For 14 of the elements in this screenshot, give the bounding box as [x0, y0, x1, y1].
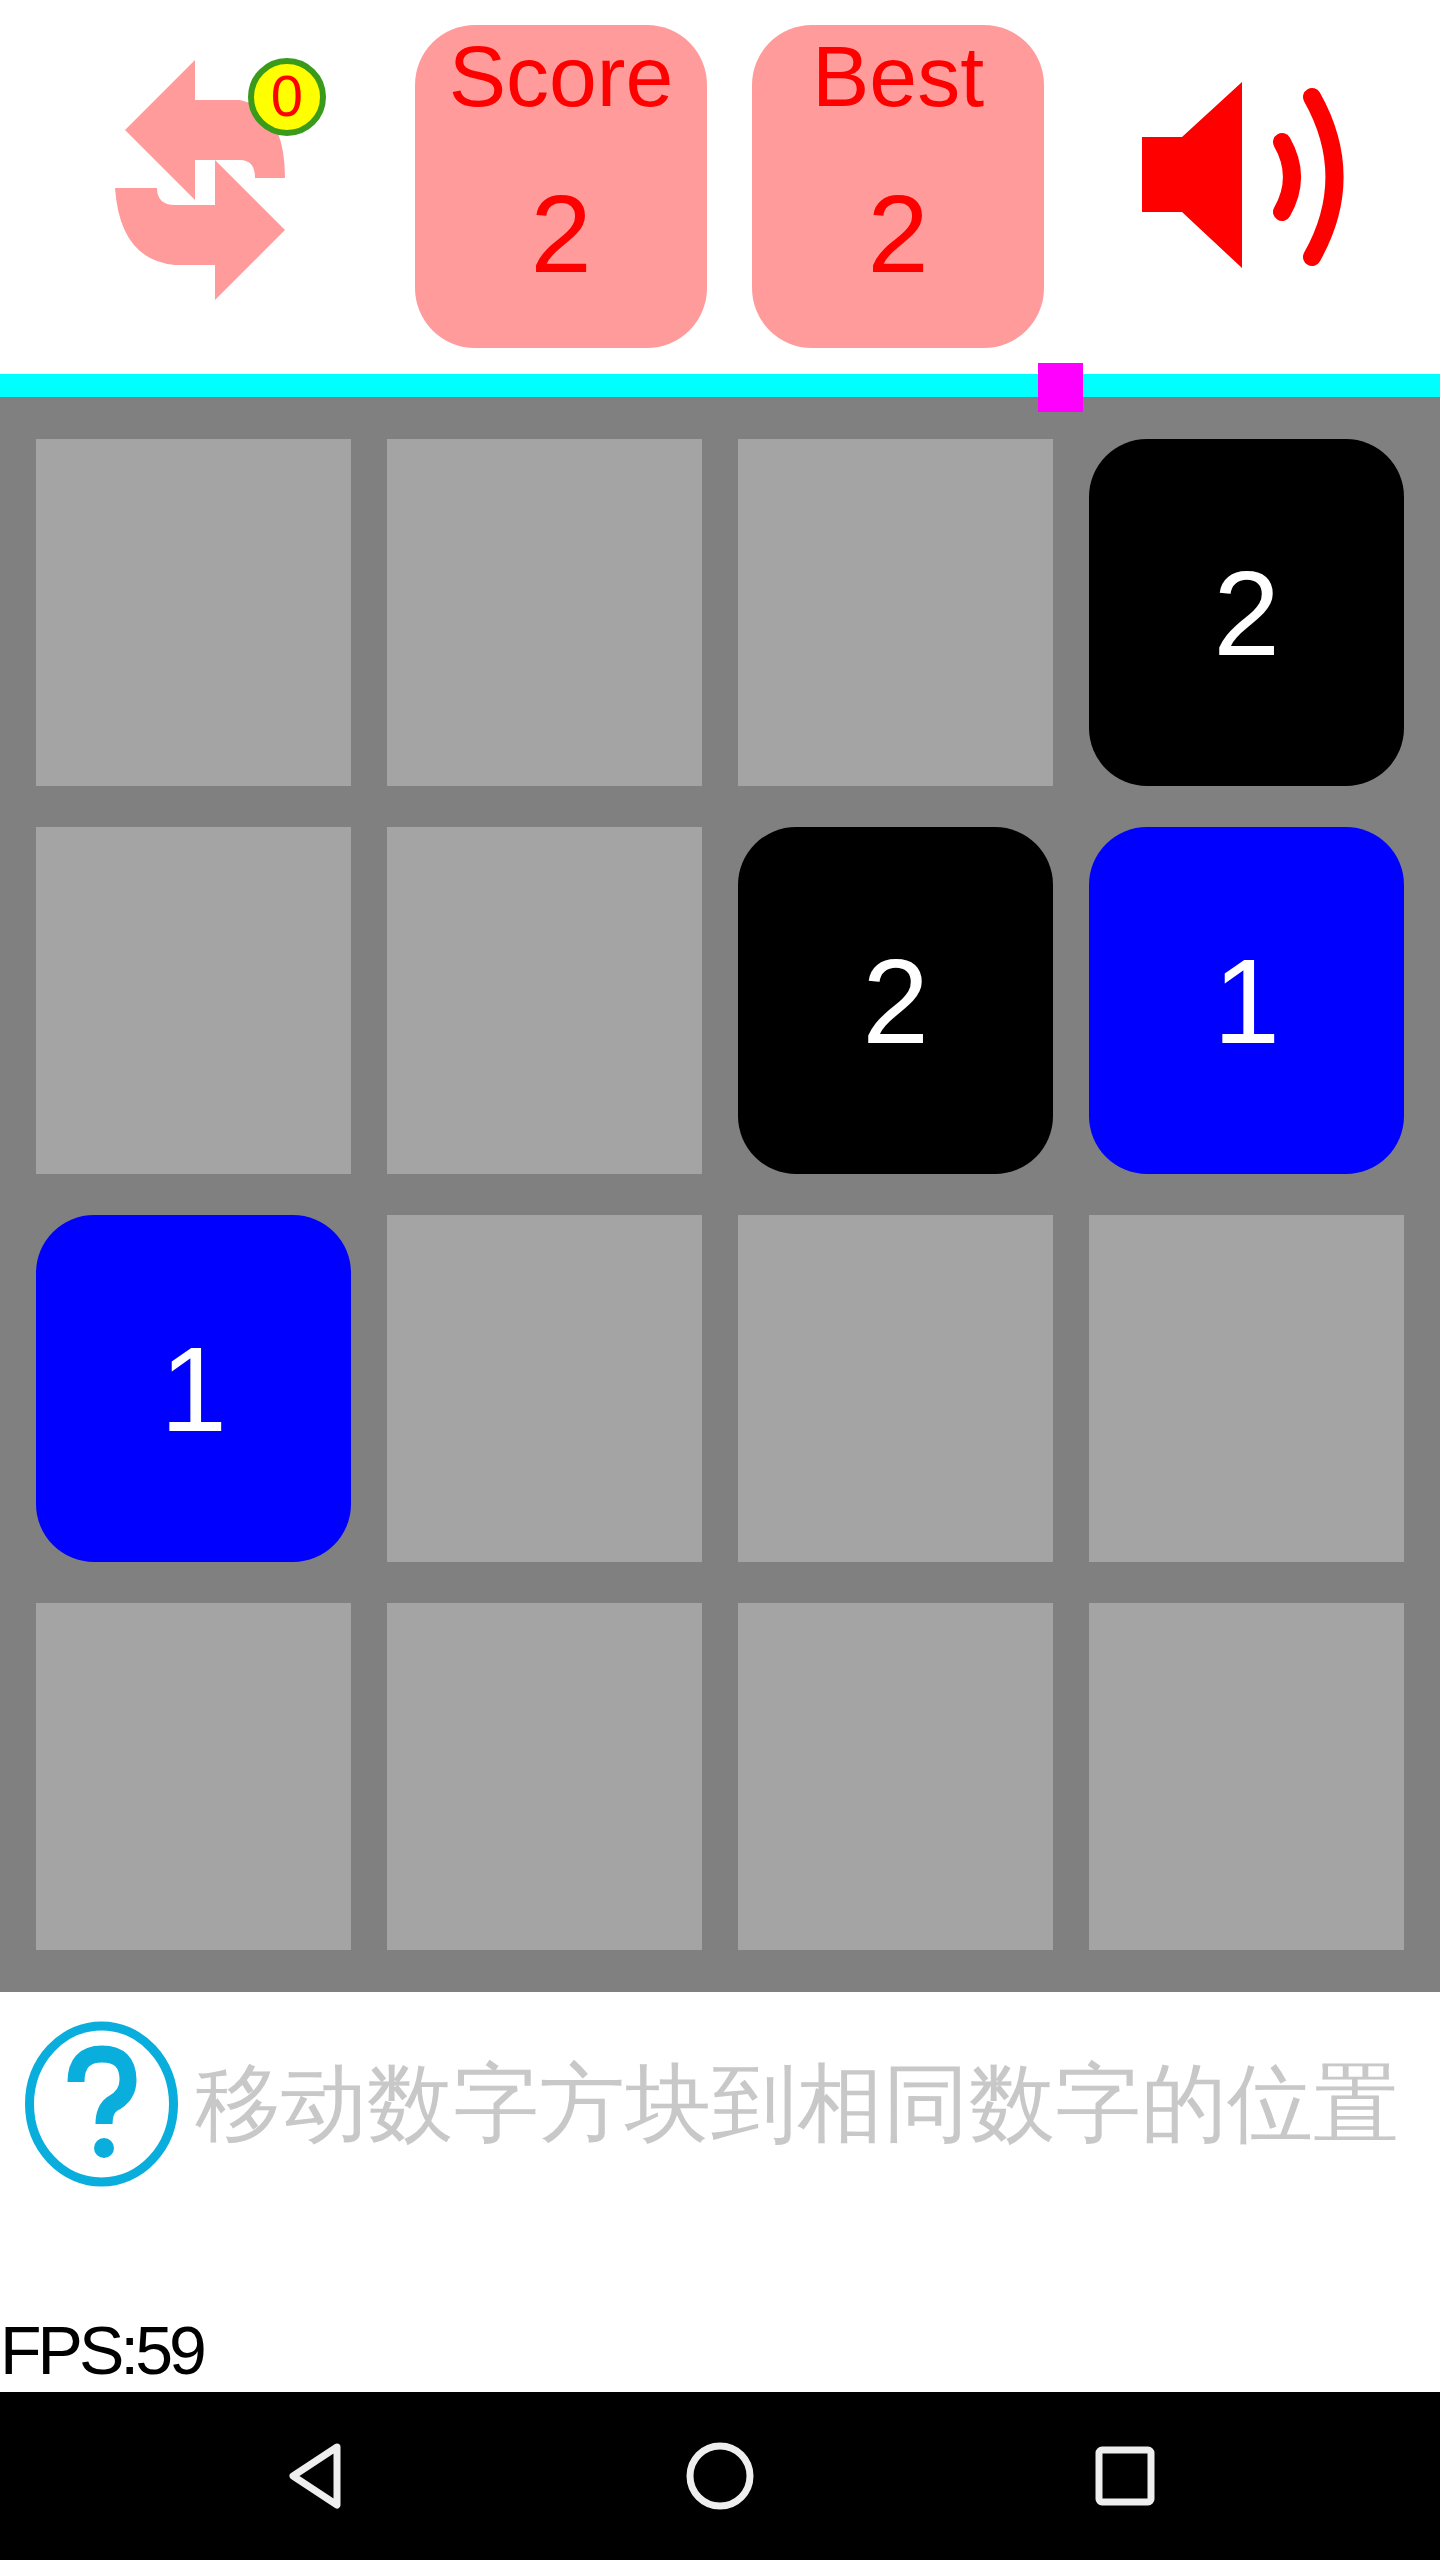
- best-value: 2: [866, 179, 930, 289]
- number-tile: 2: [738, 827, 1053, 1174]
- home-icon[interactable]: [685, 2441, 755, 2511]
- recents-icon[interactable]: [1095, 2446, 1155, 2506]
- help-icon: [24, 2020, 179, 2188]
- number-tile: 2: [1089, 439, 1404, 786]
- number-tile: 1: [36, 1215, 351, 1562]
- score-label: Score: [447, 27, 675, 119]
- number-tile: 1: [1089, 827, 1404, 1174]
- count-badge: 0: [248, 58, 326, 136]
- help-button[interactable]: [24, 2020, 179, 2188]
- score-value: 2: [529, 179, 593, 289]
- best-label: Best: [810, 27, 986, 119]
- fps-counter: FPS:59: [0, 2316, 203, 2384]
